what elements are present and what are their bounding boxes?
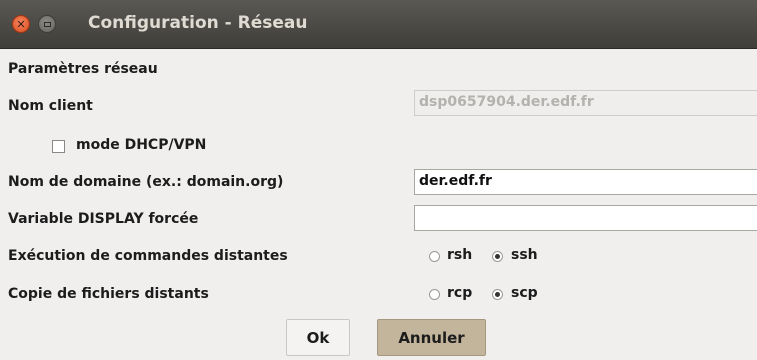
display-label: Variable DISPLAY forcée [8, 211, 199, 227]
cancel-button[interactable]: Annuler [377, 319, 486, 356]
radio-rcp[interactable] [429, 289, 440, 300]
radio-rsh[interactable] [429, 251, 440, 262]
titlebar: ✕ Configuration - Réseau [0, 0, 757, 49]
form-panel: Paramètres réseau Nom client dsp0657904.… [0, 49, 757, 315]
config-window: ✕ Configuration - Réseau Paramètres rése… [0, 0, 757, 360]
radio-ssh-label: ssh [511, 247, 538, 263]
remote-exec-label: Exécution de commandes distantes [8, 248, 288, 264]
window-title: Configuration - Réseau [88, 13, 308, 33]
section-title: Paramètres réseau [8, 61, 158, 77]
ok-button[interactable]: Ok [286, 319, 350, 356]
minimize-icon[interactable] [38, 15, 56, 33]
radio-scp[interactable] [492, 289, 503, 300]
dhcp-label: mode DHCP/VPN [76, 137, 207, 153]
display-field[interactable] [414, 205, 757, 231]
remote-copy-label: Copie de fichiers distants [8, 286, 209, 302]
client-name-label: Nom client [8, 98, 93, 114]
domain-label: Nom de domaine (ex.: domain.org) [8, 174, 284, 190]
dhcp-checkbox[interactable] [52, 140, 65, 153]
client-name-field: dsp0657904.der.edf.fr [414, 90, 757, 116]
domain-field[interactable]: der.edf.fr [414, 169, 757, 195]
button-bar: Ok Annuler [0, 315, 757, 360]
close-icon[interactable]: ✕ [12, 15, 30, 33]
radio-ssh[interactable] [492, 251, 503, 262]
radio-rsh-label: rsh [447, 247, 473, 263]
radio-rcp-label: rcp [447, 285, 473, 301]
radio-scp-label: scp [511, 285, 538, 301]
